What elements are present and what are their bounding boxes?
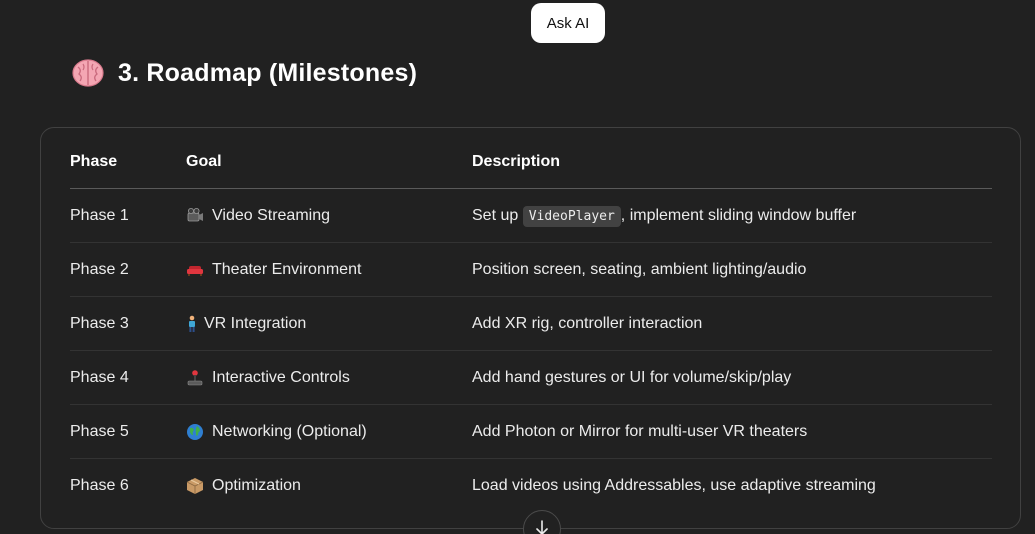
goal-label: VR Integration xyxy=(204,314,307,332)
package-icon xyxy=(186,477,204,495)
phase-cell: Phase 6 xyxy=(70,476,129,494)
joystick-icon xyxy=(186,369,204,387)
description-cell: Add XR rig, controller interaction xyxy=(472,296,992,351)
table-row: Phase 4 Interactive Controls Add hand ge… xyxy=(70,350,992,405)
description-cell: Position screen, seating, ambient lighti… xyxy=(472,242,992,297)
header-description: Description xyxy=(472,136,992,189)
header-phase: Phase xyxy=(70,136,186,189)
goal-label: Interactive Controls xyxy=(212,368,350,386)
description-cell: Set up VideoPlayer, implement sliding wi… xyxy=(472,188,992,243)
goal-label: Theater Environment xyxy=(212,260,362,278)
chat-page: Ask AI 3. Roadmap (Milestones) Phase Goa… xyxy=(0,0,1035,534)
phase-cell: Phase 4 xyxy=(70,350,186,405)
table-row: Phase 2 Theater Environment Position scr… xyxy=(70,242,992,297)
description-text: Set up xyxy=(472,206,523,224)
description-text: , implement sliding window buffer xyxy=(620,206,857,224)
person-standing-icon xyxy=(186,315,198,333)
goal-cell: Video Streaming xyxy=(186,188,472,243)
roadmap-table-container: Phase Goal Description Phase 1 Video Str… xyxy=(40,127,1021,529)
phase-cell: Phase 2 xyxy=(70,242,186,297)
description-cell: Load videos using Addressables, use adap… xyxy=(472,476,876,494)
goal-cell: Theater Environment xyxy=(186,242,472,297)
goal-label: Networking (Optional) xyxy=(212,422,367,440)
goal-label: Optimization xyxy=(212,476,301,494)
goal-label: Video Streaming xyxy=(212,206,330,224)
table-row: Phase 1 Video Streaming Set up VideoPlay… xyxy=(70,188,992,243)
couch-icon xyxy=(186,261,204,279)
arrow-down-icon xyxy=(534,520,550,534)
goal-cell: Networking (Optional) xyxy=(186,404,472,459)
phase-cell: Phase 5 xyxy=(70,404,186,459)
globe-icon xyxy=(186,423,204,441)
film-projector-icon xyxy=(186,207,204,225)
goal-cell: Optimization xyxy=(186,459,472,513)
section-heading: 3. Roadmap (Milestones) xyxy=(72,55,417,91)
phase-cell: Phase 3 xyxy=(70,296,186,351)
table-header-row: Phase Goal Description xyxy=(70,136,992,189)
description-cell: Add Photon or Mirror for multi-user VR t… xyxy=(472,404,992,459)
table-row: Phase 6 Optimization Load videos using A… xyxy=(70,459,992,513)
brain-icon xyxy=(72,58,104,88)
description-cell: Add hand gestures or UI for volume/skip/… xyxy=(472,350,992,405)
ask-ai-button[interactable]: Ask AI xyxy=(531,3,605,43)
table-row: Phase 3 VR Integration Add XR rig, contr… xyxy=(70,296,992,351)
header-goal: Goal xyxy=(186,136,472,189)
goal-cell: VR Integration xyxy=(186,296,472,351)
roadmap-table: Phase Goal Description Phase 1 Video Str… xyxy=(70,136,992,512)
table-row: Phase 5 Networking (Optional) Add Photon… xyxy=(70,404,992,459)
goal-cell: Interactive Controls xyxy=(186,350,472,405)
inline-code: VideoPlayer xyxy=(522,205,621,227)
phase-cell: Phase 1 xyxy=(70,188,186,243)
section-title: 3. Roadmap (Milestones) xyxy=(118,58,418,87)
